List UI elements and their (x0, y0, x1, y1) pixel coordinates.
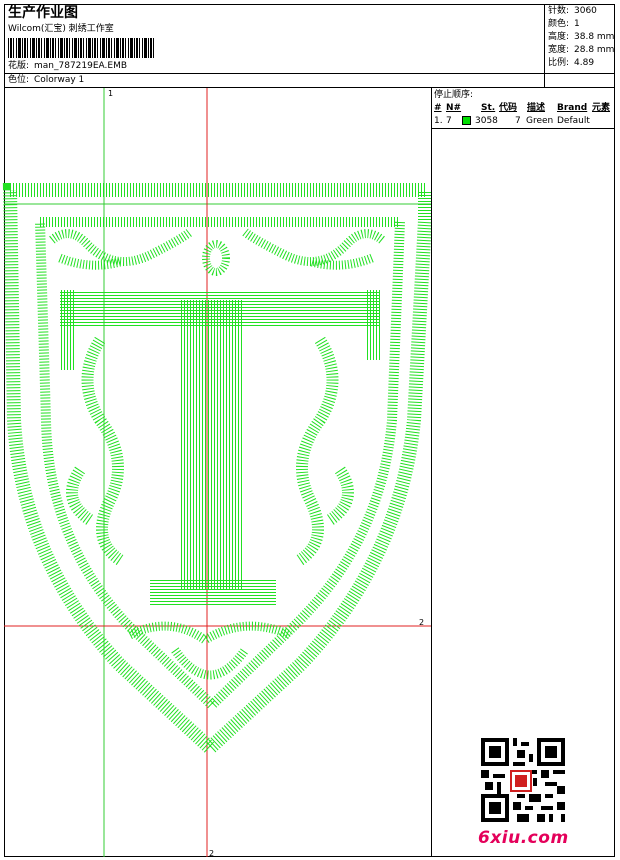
letter-t-foot (150, 578, 276, 606)
stitches-value: 3060 (574, 6, 597, 16)
col-header-description: 描述 (527, 103, 546, 113)
stop-sequence-label: 停止顺序: (434, 90, 474, 100)
scale-value: 4.89 (574, 58, 595, 68)
stitches-label: 针数: (548, 6, 570, 16)
thread-color-swatch (462, 116, 471, 125)
guide-label-v1: 1 (108, 89, 114, 98)
height-value: 38.8 mm (574, 32, 615, 42)
row-code: 7 (515, 116, 521, 126)
col-header-element: 元素 (592, 103, 611, 113)
watermark-logo: 6xiu.com (478, 828, 569, 848)
height-label: 高度: (548, 32, 570, 42)
right-flourish (296, 336, 354, 565)
row-index: 1. (434, 116, 443, 126)
row-description: Green (526, 116, 554, 126)
col-header-code: 代码 (499, 103, 518, 113)
row-needle: 7 (446, 116, 452, 126)
width-value: 28.8 mm (574, 45, 615, 55)
panel-divider (431, 128, 615, 129)
col-header-index: # (434, 103, 442, 113)
top-center-ornament (202, 240, 230, 276)
row-brand: Default (557, 116, 590, 126)
letter-t-stem (180, 300, 242, 590)
guide-label-v2: 2 (209, 849, 215, 858)
scale-label: 比例: (548, 58, 570, 68)
top-scroll-right (242, 228, 385, 270)
left-flourish (66, 336, 124, 565)
guide-label-h2: 2 (419, 618, 425, 627)
width-label: 宽度: (548, 45, 570, 55)
letter-t-right-serif (366, 290, 382, 360)
colors-label: 颜色: (548, 19, 570, 29)
colors-value: 1 (574, 19, 580, 29)
col-header-needle: N# (446, 103, 462, 113)
col-header-brand: Brand (557, 103, 588, 113)
seal-stamp (510, 770, 532, 792)
design-canvas (2, 88, 431, 857)
row-stitches: 3058 (475, 116, 498, 126)
top-scroll-left (49, 228, 193, 270)
col-header-stitches: St. (481, 103, 496, 113)
letter-t-left-serif (60, 290, 76, 370)
